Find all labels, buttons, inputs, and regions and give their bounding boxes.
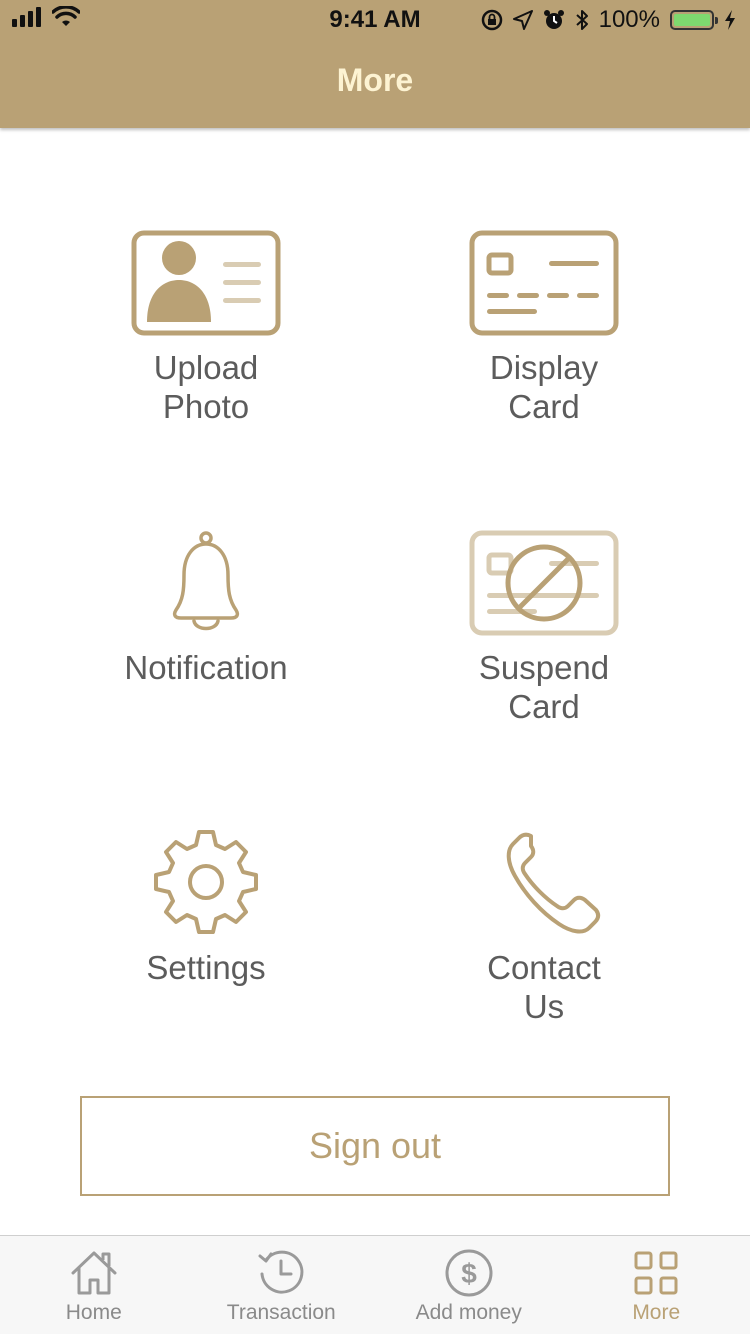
tab-more[interactable]: More [563,1236,750,1334]
location-icon [512,10,533,30]
settings-label: Settings [146,949,266,986]
suspend-card-button[interactable]: Suspend Card [394,530,694,726]
tab-home-label: Home [65,1301,122,1324]
tab-home[interactable]: Home [0,1236,188,1334]
upload-photo-label: Upload Photo [153,349,259,425]
notification-label: Notification [124,649,288,686]
display-card-label: Display Card [489,349,599,425]
battery-fill [674,14,710,26]
contact-us-button[interactable]: Contact Us [394,830,694,1026]
battery-icon [670,10,718,30]
notification-button[interactable]: Notification [56,530,356,687]
card-icon [469,230,619,336]
tab-transaction-label: Transaction [226,1301,336,1324]
suspend-card-icon [469,530,619,636]
alarm-icon [543,10,564,29]
contact-us-label: Contact Us [487,949,601,1025]
phone-icon [506,832,601,934]
status-bar: 9:41 AM 100% [0,0,750,40]
settings-button[interactable]: Settings [56,830,356,987]
suspend-card-label: Suspend Card [478,649,610,725]
dollar-icon: $ [445,1249,493,1297]
sign-out-label: Sign out [308,1125,442,1166]
tab-add-money-label: Add money [415,1301,522,1324]
header: 9:41 AM 100% More [0,0,750,128]
page-title: More [336,62,414,98]
tab-more-label: More [632,1301,681,1324]
charging-icon [725,10,735,30]
status-right: 100% [481,6,736,34]
tab-add-money[interactable]: $ Add money [375,1236,563,1334]
battery-percent: 100% [598,6,660,33]
history-icon [258,1250,304,1294]
id-card-photo-icon [131,230,281,336]
gear-icon [154,830,258,934]
tab-transaction[interactable]: Transaction [188,1236,376,1334]
upload-photo-button[interactable]: Upload Photo [56,230,356,426]
bluetooth-icon [575,10,588,30]
rotation-lock-icon [481,9,502,31]
svg-text:$: $ [461,1258,477,1289]
tab-bar: Home Transaction $ Add money More [0,1235,750,1334]
home-icon [71,1251,117,1295]
bell-icon [172,531,240,631]
display-card-button[interactable]: Display Card [394,230,694,426]
grid-icon [634,1251,678,1295]
sign-out-button[interactable]: Sign out [80,1096,670,1196]
more-screen: 9:41 AM 100% More Upload Photo Display C… [0,0,750,1334]
